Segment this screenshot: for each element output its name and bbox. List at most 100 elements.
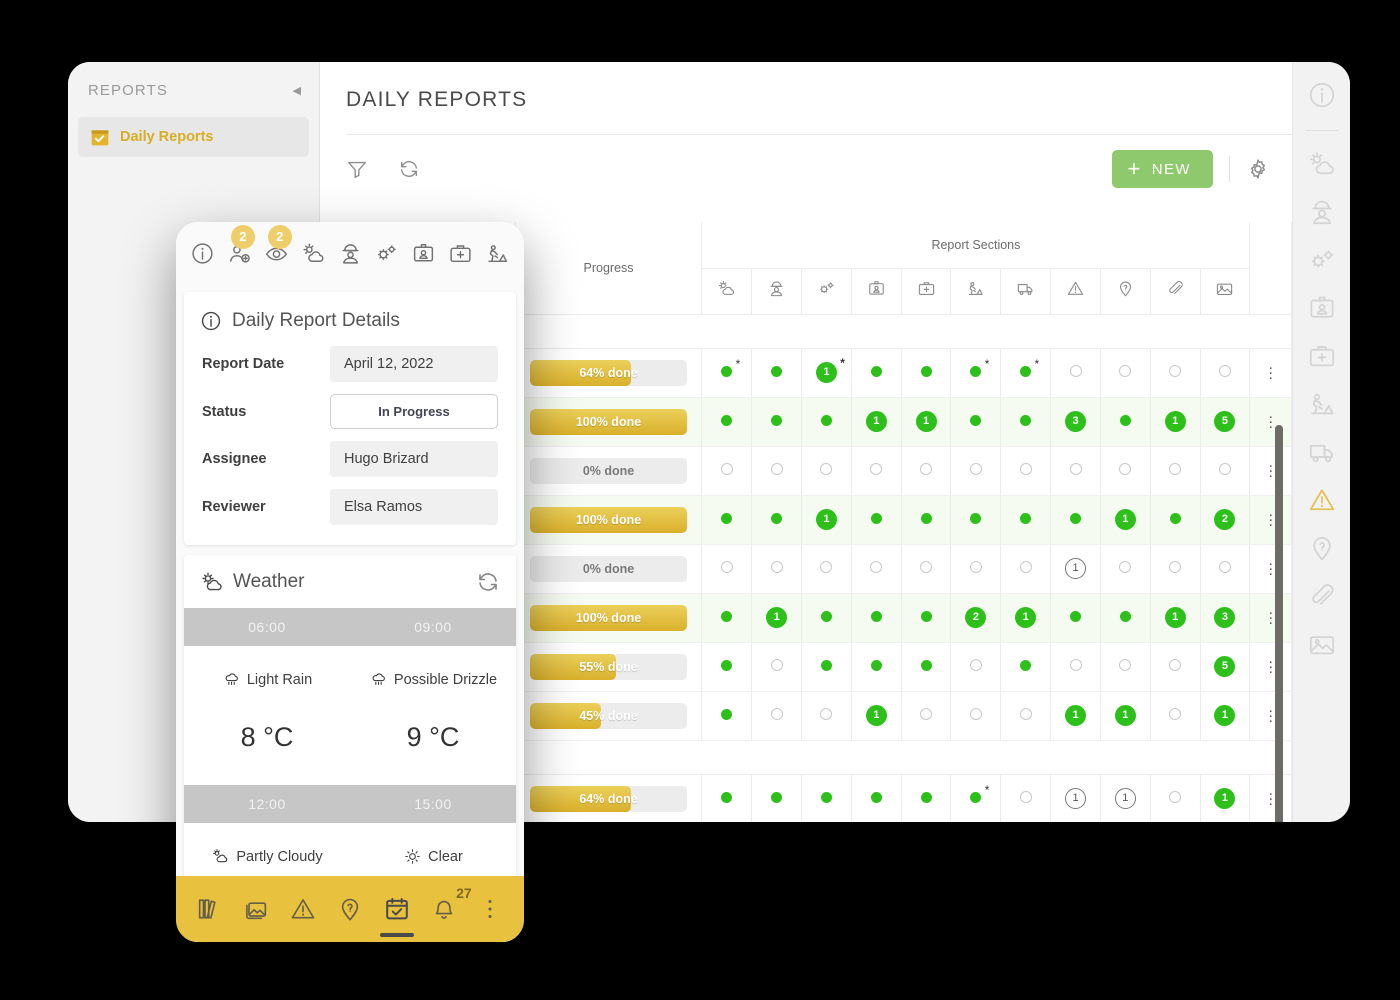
cell-section-status[interactable] <box>1150 446 1201 496</box>
gear-icon[interactable] <box>1246 157 1270 181</box>
cell-section-status[interactable] <box>1000 397 1052 447</box>
status-count[interactable]: 1 <box>1214 788 1236 809</box>
cell-section-status[interactable] <box>701 691 753 741</box>
sidebar-item-daily-reports[interactable]: Daily Reports <box>78 117 309 157</box>
cell-section-status[interactable] <box>751 397 803 447</box>
status-dot-empty[interactable] <box>1019 462 1032 475</box>
cell-section-status[interactable] <box>1100 593 1151 643</box>
status-dot[interactable] <box>820 791 832 803</box>
cell-section-status[interactable] <box>701 593 753 643</box>
cell-progress[interactable]: 100% done <box>515 397 703 447</box>
cell-section-status[interactable] <box>901 544 952 594</box>
status-dot[interactable] <box>920 512 932 524</box>
status-dot[interactable] <box>1020 659 1032 671</box>
section-col-delivery-truck-icon[interactable] <box>1000 268 1052 314</box>
status-dot-empty[interactable] <box>1019 790 1032 803</box>
cell-section-status[interactable] <box>1100 642 1151 692</box>
cell-section-status[interactable] <box>1200 446 1251 496</box>
cell-section-status[interactable]: * <box>950 348 1002 398</box>
status-dot-empty[interactable] <box>1218 560 1231 573</box>
cell-section-status[interactable] <box>701 446 753 496</box>
mobile-tab-info-icon[interactable] <box>190 241 215 266</box>
status-dot-empty[interactable] <box>1069 658 1082 671</box>
status-dot[interactable] <box>1020 512 1032 524</box>
status-dot[interactable] <box>870 610 882 622</box>
status-count[interactable]: 1 <box>865 705 887 726</box>
section-col-visitor-icon[interactable] <box>851 268 902 314</box>
refresh-icon[interactable] <box>398 158 420 180</box>
status-badge[interactable]: In Progress <box>330 394 498 429</box>
cell-section-status[interactable] <box>701 544 753 594</box>
cell-section-status[interactable]: 1 <box>851 397 902 447</box>
status-count[interactable]: 3 <box>1214 607 1236 628</box>
cell-section-status[interactable]: 3 <box>1050 397 1101 447</box>
cell-section-status[interactable]: * <box>950 774 1002 822</box>
status-count[interactable]: 1 <box>815 509 837 530</box>
cell-section-status[interactable] <box>851 593 902 643</box>
cell-section-status[interactable] <box>851 642 902 692</box>
cell-section-status[interactable] <box>751 495 803 545</box>
status-dot[interactable] <box>920 610 932 622</box>
cell-section-status[interactable]: 1 * <box>801 348 852 398</box>
cell-section-status[interactable]: 1 <box>1000 593 1052 643</box>
cell-section-status[interactable] <box>801 642 852 692</box>
status-dot-flagged[interactable]: * <box>1020 357 1039 377</box>
cell-section-status[interactable]: 1 <box>1050 544 1101 594</box>
status-dot[interactable] <box>1119 610 1131 622</box>
status-dot-empty[interactable] <box>770 462 783 475</box>
rail-info-icon[interactable] <box>1307 80 1337 110</box>
cell-section-status[interactable] <box>751 691 803 741</box>
section-col-construction-work-icon[interactable] <box>950 268 1002 314</box>
status-dot-empty[interactable] <box>770 707 783 720</box>
cell-section-status[interactable]: 1 <box>1100 691 1151 741</box>
chevron-left-icon[interactable]: ◀ <box>293 84 301 97</box>
status-count[interactable]: 1 <box>1065 705 1087 726</box>
section-col-photo-icon[interactable] <box>1200 268 1251 314</box>
cell-section-status[interactable] <box>1200 348 1251 398</box>
status-dot[interactable] <box>970 414 982 426</box>
status-dot[interactable] <box>721 791 733 803</box>
cell-section-status[interactable] <box>1050 348 1101 398</box>
cell-section-status[interactable] <box>1150 642 1201 692</box>
status-dot-empty[interactable] <box>1119 560 1132 573</box>
filter-icon[interactable] <box>346 158 368 180</box>
mobile-nav-warning-icon[interactable] <box>289 895 317 923</box>
cell-section-status[interactable] <box>701 642 753 692</box>
cell-section-status[interactable] <box>1100 544 1151 594</box>
cell-section-status[interactable] <box>901 593 952 643</box>
cell-section-status[interactable] <box>801 544 852 594</box>
rail-delivery-truck-icon[interactable] <box>1307 437 1337 467</box>
status-dot[interactable] <box>870 365 882 377</box>
cell-section-status[interactable]: 5 <box>1200 397 1251 447</box>
status-count[interactable]: 1 <box>1114 705 1136 726</box>
status-dot-empty[interactable] <box>969 658 982 671</box>
status-count[interactable]: 1 <box>1214 705 1236 726</box>
status-dot-empty[interactable] <box>1169 658 1182 671</box>
cell-section-status[interactable] <box>1000 544 1052 594</box>
status-dot-empty[interactable] <box>1218 462 1231 475</box>
cell-section-status[interactable] <box>1000 642 1052 692</box>
status-dot-empty[interactable] <box>1019 707 1032 720</box>
status-count-outline[interactable]: 1 <box>1065 788 1087 809</box>
cell-section-status[interactable]: * <box>1000 348 1052 398</box>
cell-section-status[interactable] <box>1150 774 1201 822</box>
cell-section-status[interactable] <box>851 774 902 822</box>
status-dot[interactable] <box>870 512 882 524</box>
row-menu-button[interactable]: · · · <box>1249 642 1292 692</box>
cell-section-status[interactable] <box>1050 642 1101 692</box>
status-dot[interactable] <box>870 659 882 671</box>
row-menu-button[interactable]: · · · <box>1249 348 1292 398</box>
mobile-tab-worker-icon[interactable] <box>338 241 363 266</box>
status-count[interactable]: 2 <box>1214 509 1236 530</box>
cell-section-status[interactable] <box>701 495 753 545</box>
status-count[interactable]: 1 <box>865 411 887 432</box>
status-dot[interactable] <box>870 791 882 803</box>
cell-section-status[interactable]: 1 <box>801 495 852 545</box>
cell-section-status[interactable] <box>751 544 803 594</box>
status-dot[interactable] <box>920 791 932 803</box>
cell-section-status[interactable] <box>1050 446 1101 496</box>
cell-section-status[interactable]: 1 <box>1100 495 1151 545</box>
cell-section-status[interactable]: 1 <box>1150 593 1201 643</box>
mobile-nav-library-icon[interactable] <box>195 895 223 923</box>
row-menu-button[interactable]: · · · <box>1249 495 1292 545</box>
